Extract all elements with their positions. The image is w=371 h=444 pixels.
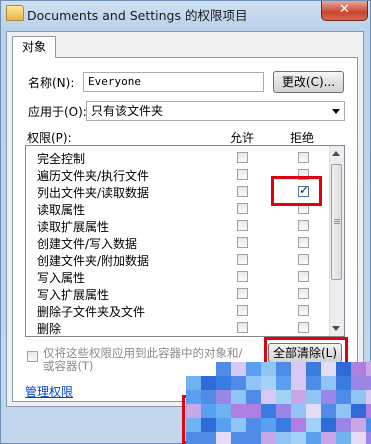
allow-checkbox[interactable] — [237, 288, 248, 299]
deny-checkbox[interactable] — [298, 220, 309, 231]
allow-checkbox[interactable] — [237, 220, 248, 231]
permission-name: 写入属性 — [37, 271, 86, 285]
permission-name: 列出文件夹/读取数据 — [37, 186, 150, 200]
clear-all-button[interactable]: 全部清除(L) — [268, 343, 342, 363]
grip-icon — [334, 219, 340, 220]
allow-checkbox[interactable] — [237, 254, 248, 265]
allow-checkbox[interactable] — [237, 152, 248, 163]
permission-name: 创建文件夹/附加数据 — [37, 254, 150, 268]
name-label: 名称(N): — [28, 76, 75, 90]
deny-checkbox[interactable] — [298, 169, 309, 180]
permission-row: 遍历文件夹/执行文件 — [26, 166, 332, 183]
permission-row: 读取扩展属性 — [26, 217, 332, 234]
close-button[interactable]: ✕ — [321, 1, 368, 21]
permission-row: 列出文件夹/读取数据 ✓ — [26, 183, 332, 200]
title-bar[interactable]: Documents and Settings 的权限项目 ✕ — [1, 1, 370, 27]
apply-to-select[interactable]: 只有该文件夹 — [86, 101, 345, 121]
close-icon: ✕ — [339, 2, 350, 17]
window-title: Documents and Settings 的权限项目 — [27, 8, 248, 23]
deny-header: 拒绝 — [290, 131, 315, 145]
permission-row: 删除子文件夹及文件 — [26, 302, 332, 319]
deny-checkbox[interactable] — [298, 203, 309, 214]
permission-name: 创建文件/写入数据 — [37, 237, 138, 251]
permission-name: 删除 — [37, 322, 62, 336]
permission-row: 创建文件/写入数据 — [26, 234, 332, 251]
allow-checkbox[interactable] — [237, 186, 248, 197]
permission-name: 完全控制 — [37, 152, 86, 166]
tab-object[interactable]: 对象 — [12, 36, 56, 58]
scroll-up-arrow-icon[interactable] — [332, 151, 340, 156]
checkmark-icon: ✓ — [299, 183, 310, 197]
apply-to-value: 只有该文件夹 — [91, 104, 164, 118]
deny-checkbox[interactable] — [298, 254, 309, 265]
allow-checkbox[interactable] — [237, 271, 248, 282]
permission-row: 完全控制 — [26, 149, 332, 166]
deny-checkbox[interactable] — [298, 305, 309, 316]
chevron-down-icon — [332, 109, 340, 114]
scroll-down-arrow-icon[interactable] — [332, 326, 340, 331]
tab-label: 对象 — [21, 40, 46, 54]
deny-checkbox[interactable] — [298, 288, 309, 299]
scrollbar[interactable] — [329, 146, 344, 336]
permissions-list[interactable]: 完全控制遍历文件夹/执行文件 列出文件夹/读取数据 ✓ 读取属性读取扩展属性创建文件/… — [25, 145, 345, 337]
permission-row: 写入扩展属性 — [26, 285, 332, 302]
pixelated-watermark — [186, 362, 371, 444]
permission-name: 读取扩展属性 — [37, 220, 110, 234]
permission-row: 删除 — [26, 319, 332, 336]
apply-to-label: 应用于(O): — [28, 105, 87, 119]
allow-header: 允许 — [230, 131, 255, 145]
scroll-thumb[interactable] — [331, 164, 342, 280]
deny-checkbox[interactable] — [298, 271, 309, 282]
allow-checkbox[interactable] — [237, 237, 248, 248]
deny-checkbox[interactable]: ✓ — [298, 183, 310, 197]
change-button[interactable]: 更改(C)... — [273, 71, 344, 93]
permission-name: 读取属性 — [37, 203, 86, 217]
deny-checkbox[interactable] — [298, 152, 309, 163]
name-field[interactable]: Everyone — [83, 72, 264, 92]
allow-checkbox[interactable] — [237, 169, 248, 180]
permission-name: 删除子文件夹及文件 — [37, 305, 146, 319]
permission-name: 写入扩展属性 — [37, 288, 110, 302]
allow-checkbox[interactable] — [237, 203, 248, 214]
deny-checkbox[interactable] — [298, 322, 309, 333]
apply-only-checkbox[interactable] — [27, 351, 38, 362]
permission-row: 读取属性 — [26, 200, 332, 217]
permissions-label: 权限(P): — [27, 131, 72, 145]
permission-row: 创建文件夹/附加数据 — [26, 251, 332, 268]
deny-checkbox[interactable] — [298, 237, 309, 248]
manage-permissions-link[interactable]: 管理权限 — [25, 383, 73, 400]
allow-checkbox[interactable] — [237, 305, 248, 316]
permission-name: 遍历文件夹/执行文件 — [37, 169, 150, 183]
permission-row: 写入属性 — [26, 268, 332, 285]
allow-checkbox[interactable] — [237, 322, 248, 333]
folder-icon — [6, 5, 24, 21]
